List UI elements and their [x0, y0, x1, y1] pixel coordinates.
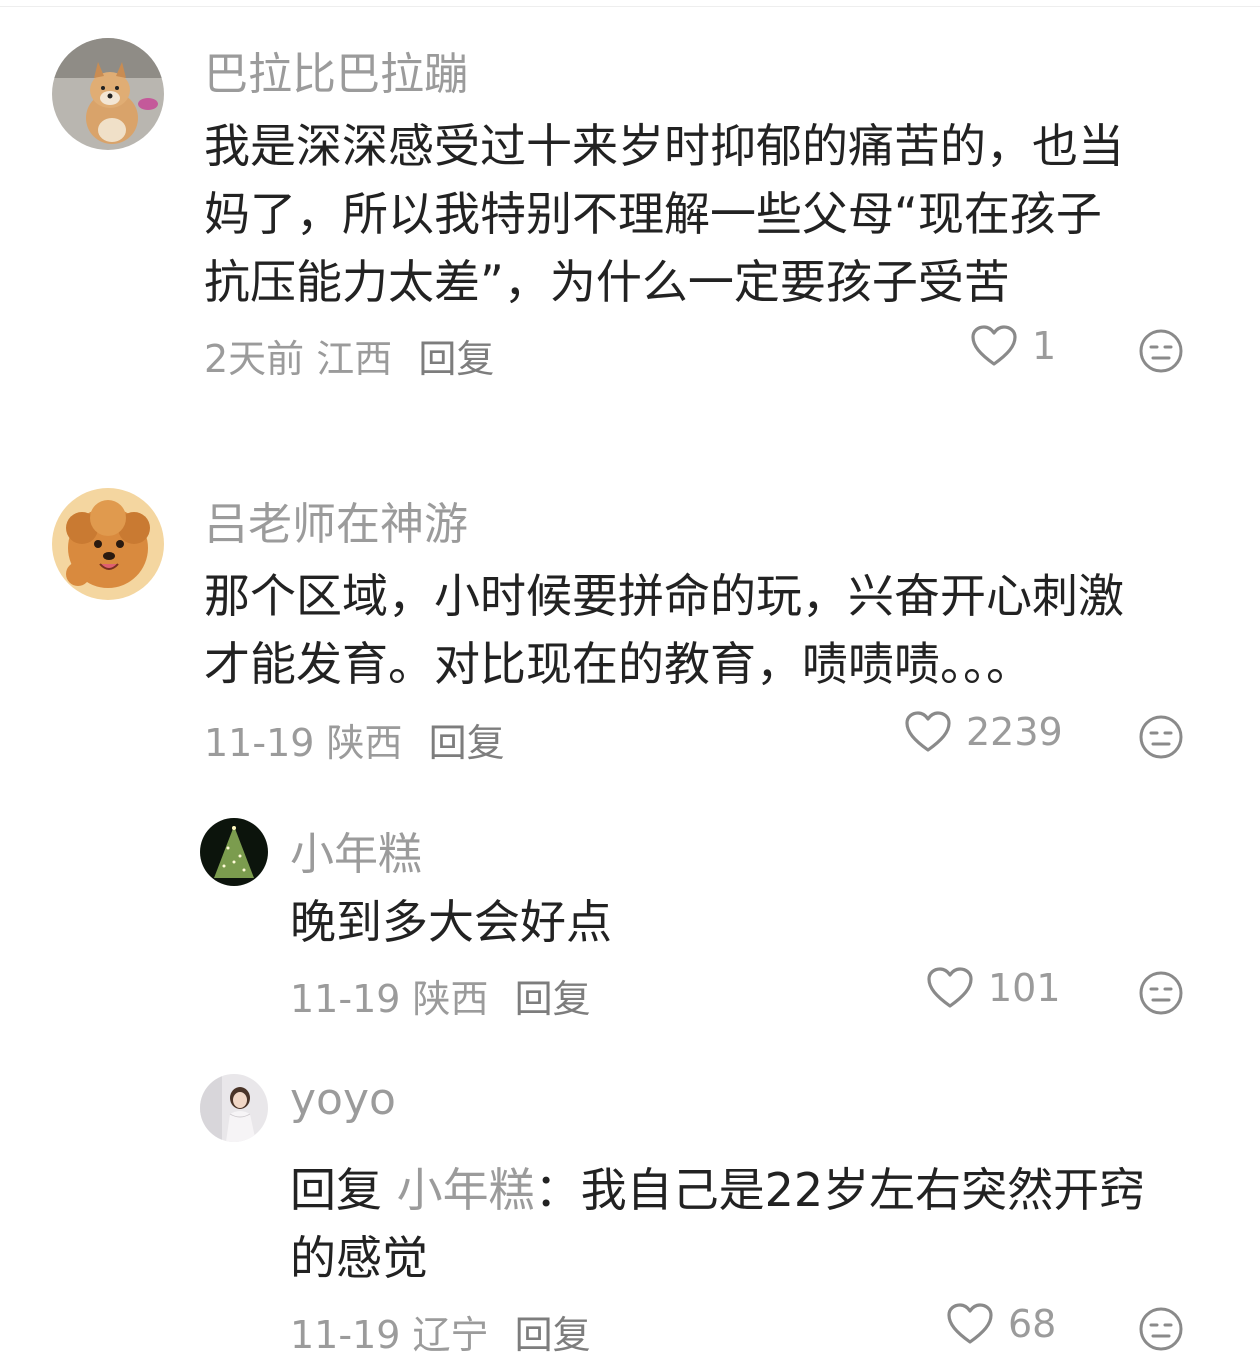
like-count: 2239 [966, 710, 1063, 754]
comment-text-line: 我是深深感受过十来岁时抑郁的痛苦的，也当 [204, 119, 1124, 173]
reply-colon: ： [534, 1163, 581, 1217]
reply-button[interactable]: 回复 [418, 337, 494, 381]
reply-text: 回复 小年糕：我自己是22岁左右突然开窍 的感觉 [290, 1156, 1145, 1292]
dislike-button[interactable] [1138, 970, 1184, 1020]
meh-face-icon[interactable] [1138, 970, 1184, 1016]
meh-face-icon[interactable] [1138, 1306, 1184, 1352]
heart-icon[interactable] [904, 710, 952, 754]
comment-username[interactable]: 巴拉比巴拉蹦 [204, 38, 468, 102]
reply-location: 陕西 [412, 977, 489, 1021]
like-count: 1 [1032, 324, 1057, 368]
like-button[interactable]: 101 [926, 966, 1061, 1010]
reply-button[interactable]: 回复 [429, 721, 505, 765]
reply-to-username[interactable]: 小年糕 [397, 1163, 535, 1217]
reply-text-first: 我自己是22岁左右突然开窍 [580, 1163, 1146, 1217]
comment-time: 11-19 [204, 721, 315, 765]
comment-text-line: 才能发育。对比现在的教育，啧啧啧。。。 [204, 637, 1032, 691]
reply-time: 11-19 [290, 977, 401, 1021]
heart-icon[interactable] [926, 966, 974, 1010]
reply-text-line: 回复 小年糕：我自己是22岁左右突然开窍 [290, 1156, 1145, 1224]
heart-icon[interactable] [946, 1302, 994, 1346]
comment-text-line: 妈了，所以我特别不理解一些父母“现在孩子 [204, 187, 1102, 241]
comment-text-line: 那个区域，小时候要拼命的玩，兴奋开心刺激 [204, 569, 1124, 623]
top-divider [0, 0, 1260, 7]
dislike-button[interactable] [1138, 328, 1184, 378]
comment-time: 2天前 [204, 337, 305, 381]
reply-button[interactable]: 回复 [515, 1313, 591, 1357]
shiba-dog-avatar[interactable] [52, 38, 164, 150]
comment-text-line: 抗压能力太差”，为什么一定要孩子受苦 [204, 255, 1010, 309]
girl-photo-avatar[interactable] [200, 1074, 268, 1142]
like-button[interactable]: 1 [970, 324, 1056, 368]
comment-meta: 11-19 陕西 回复 [204, 712, 505, 767]
reply-text-line: 的感觉 [290, 1231, 428, 1285]
like-button[interactable]: 2239 [904, 710, 1063, 754]
like-button[interactable]: 68 [946, 1302, 1056, 1346]
dislike-button[interactable] [1138, 1306, 1184, 1356]
reply-username[interactable]: 小年糕 [290, 818, 422, 882]
comment-text: 我是深深感受过十来岁时抑郁的痛苦的，也当 妈了，所以我特别不理解一些父母“现在孩… [204, 112, 1124, 316]
poodle-dog-avatar[interactable] [52, 488, 164, 600]
reply-text: 晚到多大会好点 [290, 888, 612, 956]
comment-meta: 2天前 江西 回复 [204, 328, 494, 383]
reply-username[interactable]: yoyo [290, 1074, 396, 1125]
dislike-button[interactable] [1138, 714, 1184, 764]
reply-prefix: 回复 [290, 1163, 382, 1217]
comment-text: 那个区域，小时候要拼命的玩，兴奋开心刺激 才能发育。对比现在的教育，啧啧啧。。。 [204, 562, 1124, 698]
comment-location: 陕西 [326, 721, 403, 765]
reply-text-line: 晚到多大会好点 [290, 895, 612, 949]
meh-face-icon[interactable] [1138, 328, 1184, 374]
comment-username[interactable]: 吕老师在神游 [204, 488, 468, 552]
meh-face-icon[interactable] [1138, 714, 1184, 760]
reply-meta: 11-19 陕西 回复 [290, 968, 591, 1023]
comment-location: 江西 [316, 337, 393, 381]
heart-icon[interactable] [970, 324, 1018, 368]
reply-time: 11-19 [290, 1313, 401, 1357]
reply-location: 辽宁 [412, 1313, 489, 1357]
reply-button[interactable]: 回复 [515, 977, 591, 1021]
reply-meta: 11-19 辽宁 回复 [290, 1304, 591, 1359]
like-count: 68 [1008, 1302, 1057, 1346]
like-count: 101 [988, 966, 1061, 1010]
christmas-tree-avatar[interactable] [200, 818, 268, 886]
